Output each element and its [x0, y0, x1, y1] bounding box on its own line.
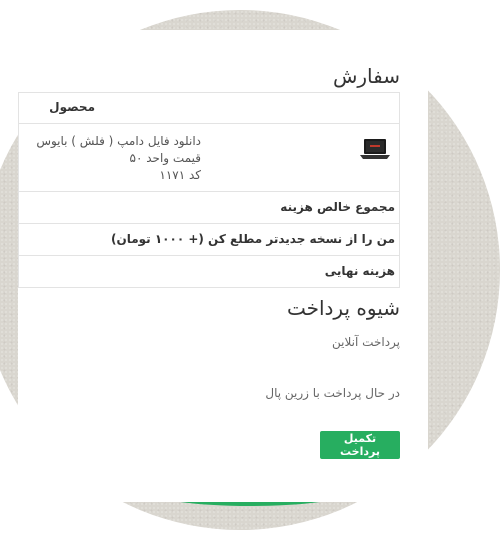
order-table: محصول دانلود فایل دامپ ( فلش ) بایوس قیم… — [18, 92, 400, 288]
final-cost-row: هزینه نهایی — [18, 256, 400, 288]
product-code: کد ۱۱۷۱ — [159, 168, 201, 182]
order-title: سفارش — [332, 64, 400, 88]
subtotal-label: مجموع خالص هزینه — [280, 200, 395, 214]
update-notify-label: من را از نسخه جدیدتر مطلع کن (+ ۱۰۰۰ توم… — [110, 232, 395, 246]
subtotal-row: مجموع خالص هزینه — [18, 192, 400, 224]
update-notify-row[interactable]: من را از نسخه جدیدتر مطلع کن (+ ۱۰۰۰ توم… — [18, 224, 400, 256]
product-row: دانلود فایل دامپ ( فلش ) بایوس قیمت واحد… — [18, 124, 400, 192]
product-name[interactable]: دانلود فایل دامپ ( فلش ) بایوس — [36, 133, 201, 150]
product-column-header: محصول — [49, 100, 95, 114]
payment-method-title: شیوه پرداخت — [286, 296, 400, 320]
final-cost-label: هزینه نهایی — [324, 264, 395, 278]
payment-method-option[interactable]: پرداخت آنلاین — [332, 335, 400, 349]
product-details: دانلود فایل دامپ ( فلش ) بایوس قیمت واحد… — [36, 133, 201, 184]
laptop-icon — [359, 137, 391, 161]
checkout-panel: سفارش محصول دانلود فایل دامپ ( فلش ) بای… — [18, 30, 428, 502]
product-unit-price: قیمت واحد ۵۰ — [129, 151, 201, 165]
complete-payment-button[interactable]: تکمیل پرداخت — [320, 431, 400, 459]
table-header-row: محصول — [18, 93, 400, 124]
payment-status-text: در حال پرداخت با زرین پال — [265, 386, 400, 400]
